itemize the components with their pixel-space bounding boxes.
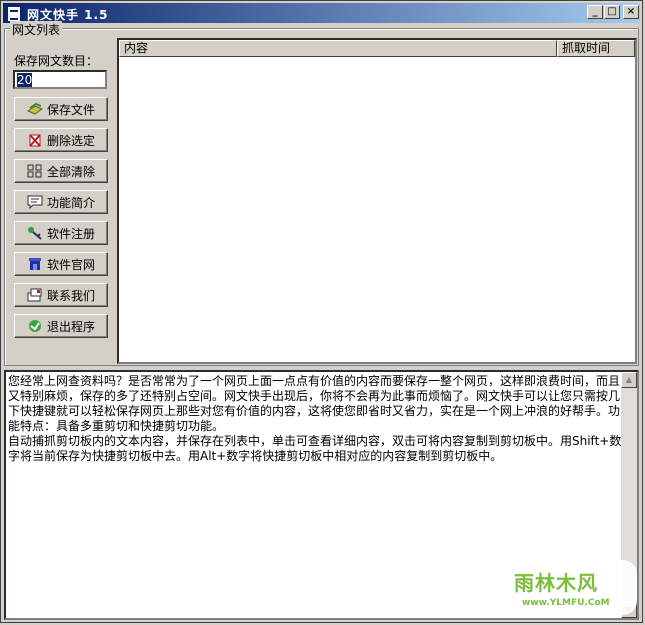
contact-label: 联系我们 xyxy=(46,288,95,303)
intro-label: 功能简介 xyxy=(46,195,95,210)
clear-all-label: 全部清除 xyxy=(46,164,95,179)
website-button[interactable]: 软件官网 xyxy=(14,252,108,276)
scroll-up-button[interactable]: ▲ xyxy=(621,372,637,388)
delete-selected-label: 删除选定 xyxy=(46,133,95,148)
speech-bubble-icon xyxy=(27,195,43,210)
column-time-label: 抓取时间 xyxy=(562,41,611,55)
register-button[interactable]: 软件注册 xyxy=(14,221,108,245)
clear-icon xyxy=(27,164,43,178)
exit-label: 退出程序 xyxy=(46,319,95,334)
app-icon xyxy=(7,6,21,22)
save-file-button[interactable]: 保存文件 xyxy=(14,97,108,121)
mail-icon xyxy=(27,288,43,302)
save-icon xyxy=(26,102,43,116)
minimize-button[interactable]: _ xyxy=(587,5,603,19)
clear-all-button[interactable]: 全部清除 xyxy=(14,159,108,183)
register-label: 软件注册 xyxy=(46,226,95,241)
description-text: 您经常上网查资料吗？是否常常为了一个网页上面一点点有价值的内容而要保存一整个网页… xyxy=(8,374,622,463)
count-value: 20 xyxy=(17,73,33,87)
contact-button[interactable]: 联系我们 xyxy=(14,283,108,307)
key-icon xyxy=(27,226,43,240)
group-label: 网文列表 xyxy=(10,21,63,38)
website-label: 软件官网 xyxy=(46,257,95,272)
watermark-url: www.YLMFU.CoM xyxy=(522,598,610,608)
delete-selected-button[interactable]: 删除选定 xyxy=(14,128,108,152)
intro-button[interactable]: 功能简介 xyxy=(14,190,108,214)
title-bar[interactable]: 网文快手 1.5 _ □ × xyxy=(3,3,640,23)
column-content-label: 内容 xyxy=(124,41,149,55)
delete-icon xyxy=(27,133,43,147)
watermark-text: 雨林木风 xyxy=(514,571,598,595)
exit-icon xyxy=(27,319,43,333)
home-icon xyxy=(27,257,43,271)
save-file-label: 保存文件 xyxy=(46,102,95,117)
column-header-time[interactable]: 抓取时间 xyxy=(557,40,635,57)
article-list[interactable]: 内容 抓取时间 xyxy=(117,38,637,364)
close-button[interactable]: × xyxy=(623,5,639,19)
count-label: 保存网文数目： xyxy=(14,54,99,68)
maximize-button[interactable]: □ xyxy=(604,5,620,19)
column-header-content[interactable]: 内容 xyxy=(119,40,557,57)
exit-button[interactable]: 退出程序 xyxy=(14,314,108,338)
count-input[interactable]: 20 xyxy=(13,70,107,89)
